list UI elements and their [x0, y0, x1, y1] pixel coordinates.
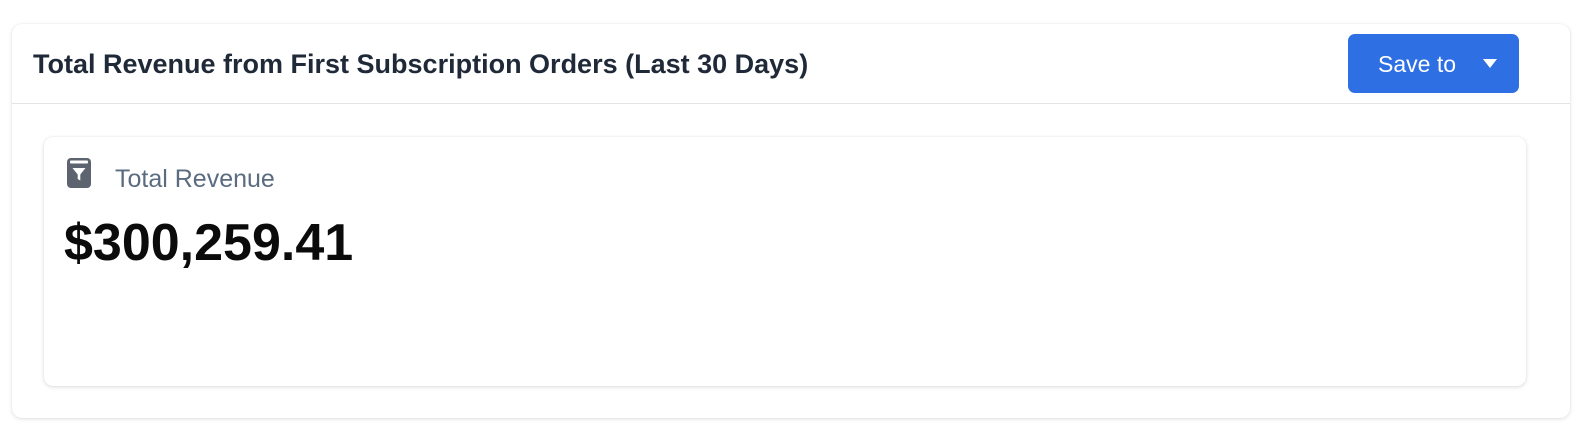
chevron-down-icon	[1483, 59, 1497, 68]
report-title: Total Revenue from First Subscription Or…	[33, 49, 809, 79]
filter-report-icon	[67, 158, 91, 188]
report-card: Total Revenue from First Subscription Or…	[12, 24, 1570, 418]
total-revenue-metric-card: Total Revenue $300,259.41	[44, 137, 1526, 386]
save-to-label: Save to	[1378, 51, 1456, 77]
metric-label: Total Revenue	[115, 165, 275, 193]
card-header: Total Revenue from First Subscription Or…	[12, 24, 1570, 104]
metric-value: $300,259.41	[64, 214, 354, 272]
save-to-button[interactable]: Save to	[1348, 34, 1519, 93]
